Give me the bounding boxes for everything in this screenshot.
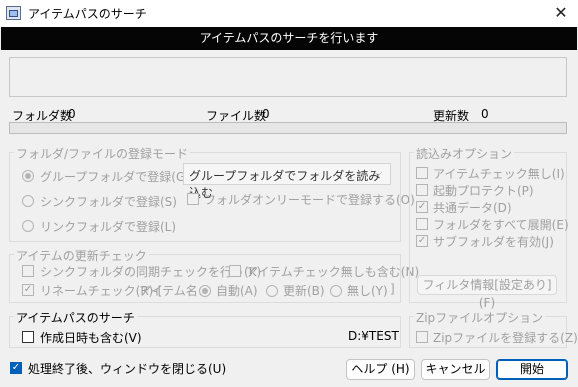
opt-no-item-check-checkbox[interactable] — [416, 167, 428, 179]
search-path: D:¥TEST — [348, 329, 399, 343]
radio-group-folder-label: グループフォルダで登録(G) — [40, 170, 190, 184]
opt-common-data-checkbox[interactable]: ✓ — [416, 201, 428, 213]
radio-sync-folder-label: シンクフォルダで登録(S) — [40, 195, 177, 209]
radio-rename-auto[interactable] — [199, 285, 211, 297]
folder-only-label: フォルダオンリーモードで登録する(O) — [204, 193, 415, 207]
radio-rename-none-label: 無し(Y) — [347, 284, 388, 298]
include-datetime-checkbox[interactable] — [22, 331, 34, 343]
group-mode-select[interactable]: グループフォルダでフォルダを読み込む ⌵ — [183, 163, 391, 200]
files-count-value: 0 — [262, 107, 270, 121]
opt-subfolder-label: サブフォルダを有効(J) — [433, 235, 554, 249]
register-zip-checkbox[interactable] — [416, 331, 428, 343]
radio-link-folder[interactable] — [22, 220, 34, 232]
opt-expand-all-checkbox[interactable] — [416, 218, 428, 230]
cancel-button[interactable]: キャンセル — [421, 359, 490, 380]
rename-check-checkbox[interactable]: ✓ — [22, 284, 34, 296]
header-message: アイテムパスのサーチを行います — [1, 27, 577, 50]
folders-count-value: 0 — [68, 107, 76, 121]
read-options-legend: 読込みオプション — [414, 145, 515, 162]
register-zip-label: Zipファイルを登録する(Z) — [433, 331, 578, 345]
radio-rename-update[interactable] — [266, 285, 278, 297]
include-datetime-label: 作成日時も含む(V) — [40, 331, 142, 345]
opt-startup-protect-checkbox[interactable] — [416, 184, 428, 196]
window-title: アイテムパスのサーチ — [28, 7, 147, 21]
opt-no-item-check-label: アイテムチェック無し(I) — [433, 167, 565, 181]
progress-bar — [9, 122, 567, 134]
register-mode-legend: フォルダ/ファイルの登録モード — [14, 145, 191, 162]
app-icon — [6, 6, 21, 20]
filter-info-button[interactable]: フィルタ情報[設定あり](F) — [417, 275, 557, 310]
radio-group-folder[interactable] — [22, 170, 34, 182]
opt-common-data-label: 共通データ(D) — [433, 201, 512, 215]
help-button[interactable]: ヘルプ (H) — [346, 359, 415, 380]
opt-startup-protect-label: 起動プロテクト(P) — [433, 184, 534, 198]
start-button[interactable]: 開始 — [496, 359, 568, 380]
folder-only-checkbox[interactable] — [187, 193, 199, 205]
title-bar: アイテムパスのサーチ ✕ — [0, 0, 578, 27]
update-check-legend: アイテムの更新チェック — [14, 247, 149, 264]
item-path-search-legend: アイテムパスのサーチ — [14, 309, 137, 326]
radio-rename-update-label: 更新(B) — [283, 284, 325, 298]
zip-options-legend: Zipファイルオプション — [414, 309, 546, 326]
no-item-check-label: アイテムチェック無しも含む(N) — [246, 265, 420, 279]
updates-count-value: 0 — [481, 107, 489, 121]
radio-link-folder-label: リンクフォルダで登録(L) — [40, 220, 177, 234]
close-icon[interactable]: ✕ — [544, 1, 578, 25]
opt-expand-all-label: フォルダをすべて展開(E) — [433, 218, 569, 232]
status-display — [9, 57, 567, 97]
radio-rename-auto-label: 自動(A) — [216, 284, 258, 298]
radio-sync-folder[interactable] — [22, 195, 34, 207]
chevron-down-icon: ⌵ — [374, 166, 383, 179]
radio-rename-none[interactable] — [330, 285, 342, 297]
no-item-check-checkbox[interactable] — [229, 265, 241, 277]
close-window-checkbox[interactable]: ✓ — [10, 362, 22, 374]
sync-check-checkbox[interactable] — [22, 265, 34, 277]
rename-close-bracket: ] — [390, 282, 395, 296]
close-window-label: 処理終了後、ウィンドウを閉じる(U) — [28, 362, 227, 376]
opt-subfolder-checkbox[interactable]: ✓ — [416, 235, 428, 247]
